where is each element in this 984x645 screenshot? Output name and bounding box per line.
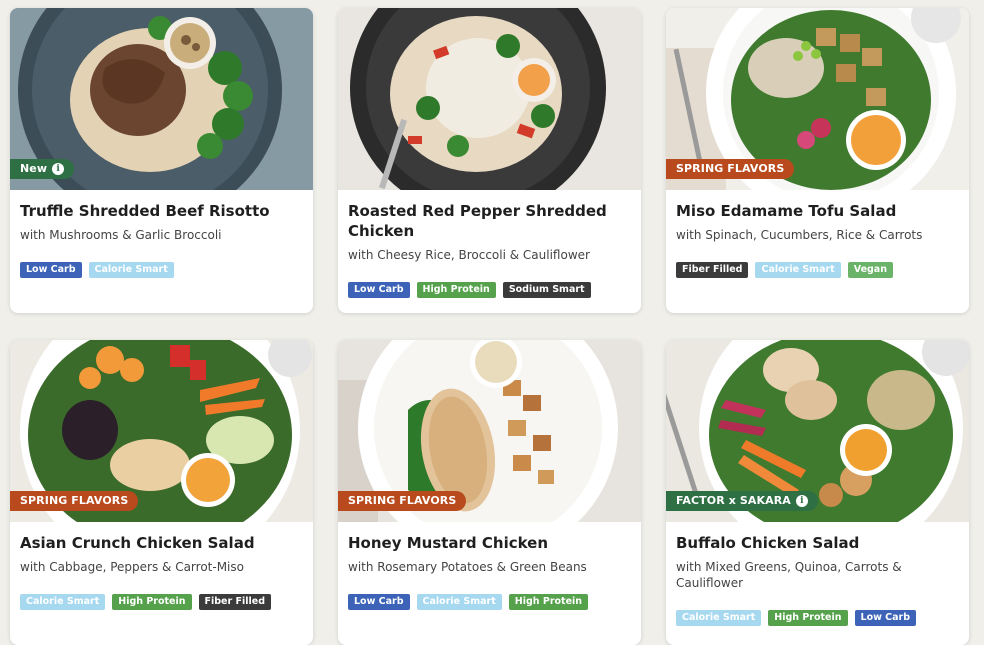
meal-card-miso-edamame-tofu-salad[interactable]: SPRING FLAVORS Miso Edamame Tofu Salad w… xyxy=(666,8,969,313)
tag-high-protein: High Protein xyxy=(416,282,496,298)
meal-photo[interactable]: New i xyxy=(10,8,313,190)
tag-sodium-smart: Sodium Smart xyxy=(502,282,591,298)
tag-calorie-smart: Calorie Smart xyxy=(88,262,174,278)
meal-card-honey-mustard-chicken[interactable]: SPRING FLAVORS Honey Mustard Chicken wit… xyxy=(338,340,641,645)
meal-photo[interactable]: SPRING FLAVORS xyxy=(338,340,641,522)
tag-fiber-filled: Fiber Filled xyxy=(676,262,749,278)
tag-calorie-smart: Calorie Smart xyxy=(20,594,106,610)
meal-title[interactable]: Asian Crunch Chicken Salad xyxy=(20,533,303,553)
meal-title[interactable]: Truffle Shredded Beef Risotto xyxy=(20,201,303,221)
badge-label: FACTOR x SAKARA xyxy=(676,494,791,507)
meal-card-truffle-beef-risotto[interactable]: New i Truffle Shredded Beef Risotto with… xyxy=(10,8,313,313)
meal-tags: Low Carb Calorie Smart xyxy=(20,262,303,278)
meal-tags: Low Carb Calorie Smart High Protein xyxy=(348,594,631,610)
badge-label: SPRING FLAVORS xyxy=(676,162,785,175)
factor-sakara-badge[interactable]: FACTOR x SAKARA i xyxy=(666,491,818,511)
meal-tags: Fiber Filled Calorie Smart Vegan xyxy=(676,262,959,278)
meal-subtitle: with Cabbage, Peppers & Carrot-Miso xyxy=(20,560,244,574)
meal-title[interactable]: Buffalo Chicken Salad xyxy=(676,533,959,553)
spring-flavors-badge: SPRING FLAVORS xyxy=(666,159,795,179)
meal-subtitle: with Spinach, Cucumbers, Rice & Carrots xyxy=(676,228,923,242)
tag-high-protein: High Protein xyxy=(768,610,848,626)
meal-card-roasted-red-pepper-chicken[interactable]: Roasted Red Pepper Shredded Chicken with… xyxy=(338,8,641,313)
meal-title[interactable]: Miso Edamame Tofu Salad xyxy=(676,201,959,221)
meal-grid: New i Truffle Shredded Beef Risotto with… xyxy=(0,0,984,645)
meal-subtitle: with Cheesy Rice, Broccoli & Cauliflower xyxy=(348,248,590,262)
meal-title[interactable]: Roasted Red Pepper Shredded Chicken xyxy=(348,201,631,241)
badge-label: SPRING FLAVORS xyxy=(20,494,129,507)
meal-photo[interactable]: SPRING FLAVORS xyxy=(666,8,969,190)
meal-subtitle: with Mixed Greens, Quinoa, Carrots & Cau… xyxy=(676,560,902,590)
badge-label: SPRING FLAVORS xyxy=(348,494,457,507)
meal-photo[interactable]: FACTOR x SAKARA i xyxy=(666,340,969,522)
tag-calorie-smart: Calorie Smart xyxy=(676,610,762,626)
badge-label: New xyxy=(20,162,48,175)
meal-tags: Calorie Smart High Protein Fiber Filled xyxy=(20,594,303,610)
spring-flavors-badge: SPRING FLAVORS xyxy=(338,491,467,511)
meal-photo-illustration xyxy=(338,8,641,190)
tag-high-protein: High Protein xyxy=(508,594,589,610)
tag-low-carb: Low Carb xyxy=(348,282,410,298)
meal-subtitle: with Mushrooms & Garlic Broccoli xyxy=(20,228,222,242)
info-icon[interactable]: i xyxy=(52,163,65,175)
tag-calorie-smart: Calorie Smart xyxy=(416,594,502,610)
tag-vegan: Vegan xyxy=(847,262,893,278)
spring-flavors-badge: SPRING FLAVORS xyxy=(10,491,139,511)
meal-card-asian-crunch-chicken-salad[interactable]: SPRING FLAVORS Asian Crunch Chicken Sala… xyxy=(10,340,313,645)
tag-fiber-filled: Fiber Filled xyxy=(198,594,271,610)
new-badge[interactable]: New i xyxy=(10,159,75,179)
meal-photo[interactable]: SPRING FLAVORS xyxy=(10,340,313,522)
info-icon[interactable]: i xyxy=(795,495,808,507)
tag-calorie-smart: Calorie Smart xyxy=(755,262,841,278)
meal-tags: Calorie Smart High Protein Low Carb xyxy=(676,610,959,626)
meal-card-buffalo-chicken-salad[interactable]: FACTOR x SAKARA i Buffalo Chicken Salad … xyxy=(666,340,969,645)
meal-photo[interactable] xyxy=(338,8,641,190)
meal-subtitle: with Rosemary Potatoes & Green Beans xyxy=(348,560,587,574)
meal-title[interactable]: Honey Mustard Chicken xyxy=(348,533,631,553)
tag-low-carb: Low Carb xyxy=(348,594,410,610)
tag-high-protein: High Protein xyxy=(112,594,192,610)
tag-low-carb: Low Carb xyxy=(854,610,917,626)
meal-tags: Low Carb High Protein Sodium Smart xyxy=(348,282,631,298)
tag-low-carb: Low Carb xyxy=(20,262,82,278)
